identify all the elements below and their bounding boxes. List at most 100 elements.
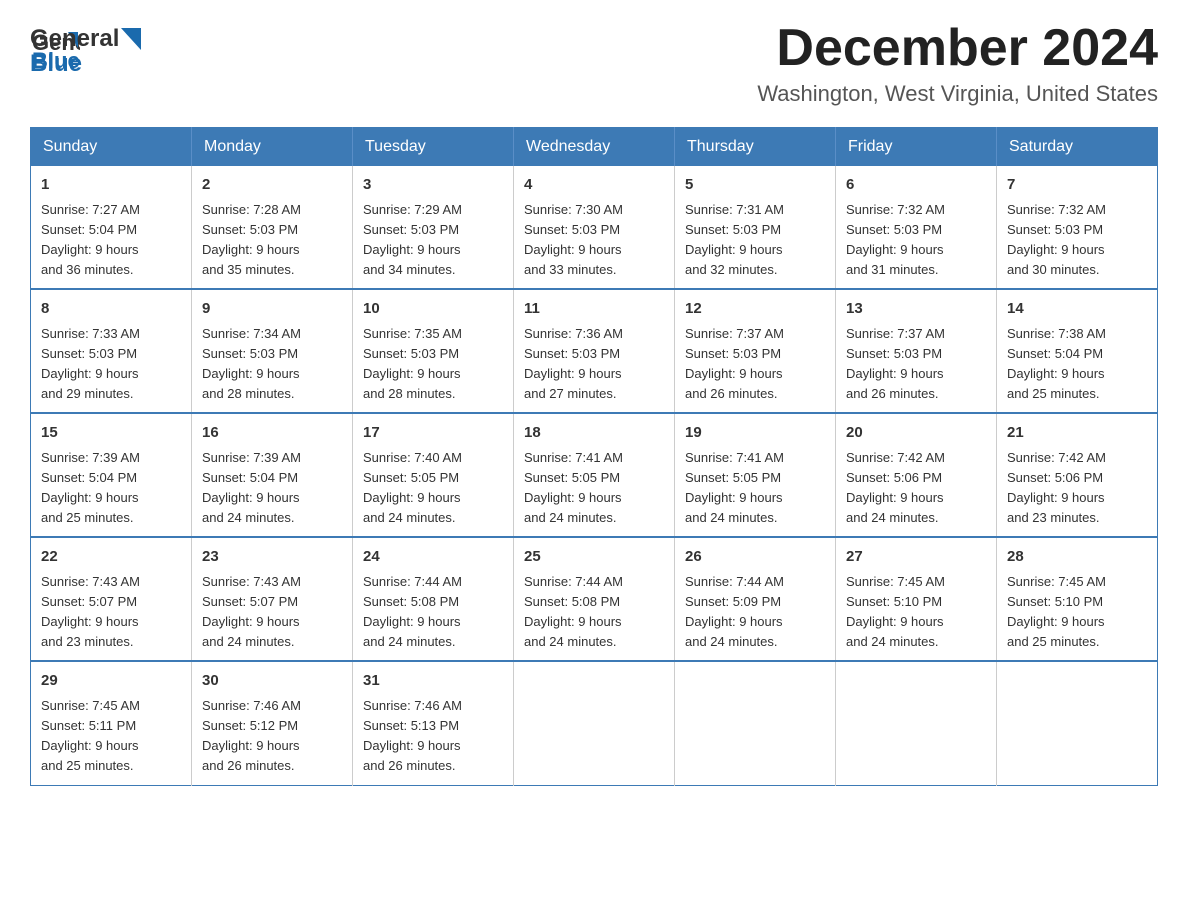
day-info: Sunrise: 7:44 AMSunset: 5:08 PMDaylight:… (524, 572, 664, 653)
day-number: 17 (363, 422, 503, 445)
day-info: Sunrise: 7:45 AMSunset: 5:10 PMDaylight:… (1007, 572, 1147, 653)
calendar-cell: 10Sunrise: 7:35 AMSunset: 5:03 PMDayligh… (353, 289, 514, 413)
day-info: Sunrise: 7:43 AMSunset: 5:07 PMDaylight:… (202, 572, 342, 653)
calendar-cell: 15 Sunrise: 7:39 AMSunset: 5:04 PMDayligh… (31, 413, 192, 537)
day-info: Sunrise: 7:32 AMSunset: 5:03 PMDaylight:… (846, 200, 986, 281)
day-number: 27 (846, 546, 986, 569)
location-subtitle: Washington, West Virginia, United States (757, 81, 1158, 107)
day-info: Sunrise: 7:44 AMSunset: 5:08 PMDaylight:… (363, 572, 503, 653)
day-info: Sunrise: 7:45 AMSunset: 5:10 PMDaylight:… (846, 572, 986, 653)
day-info: Sunrise: 7:46 AMSunset: 5:13 PMDaylight:… (363, 696, 503, 777)
day-number: 25 (524, 546, 664, 569)
calendar-cell: 17 Sunrise: 7:40 AMSunset: 5:05 PMDayligh… (353, 413, 514, 537)
day-number: 3 (363, 174, 503, 197)
calendar-cell: 8 Sunrise: 7:33 AMSunset: 5:03 PMDaylight… (31, 289, 192, 413)
calendar-cell: 27 Sunrise: 7:45 AMSunset: 5:10 PMDayligh… (836, 537, 997, 661)
calendar-cell: 4Sunrise: 7:30 AMSunset: 5:03 PMDaylight… (514, 166, 675, 289)
calendar-cell: 20 Sunrise: 7:42 AMSunset: 5:06 PMDayligh… (836, 413, 997, 537)
calendar-cell: 14Sunrise: 7:38 AMSunset: 5:04 PMDayligh… (997, 289, 1158, 413)
calendar-week-row: 15 Sunrise: 7:39 AMSunset: 5:04 PMDayligh… (31, 413, 1158, 537)
day-number: 21 (1007, 422, 1147, 445)
calendar-cell: 6Sunrise: 7:32 AMSunset: 5:03 PMDaylight… (836, 166, 997, 289)
day-info: Sunrise: 7:41 AMSunset: 5:05 PMDaylight:… (524, 448, 664, 529)
calendar-table: SundayMondayTuesdayWednesdayThursdayFrid… (30, 127, 1158, 785)
logo: General Blue General Blue (30, 20, 143, 79)
calendar-cell (675, 661, 836, 785)
weekday-header-wednesday: Wednesday (514, 128, 675, 167)
day-info: Sunrise: 7:46 AMSunset: 5:12 PMDaylight:… (202, 696, 342, 777)
day-info: Sunrise: 7:43 AMSunset: 5:07 PMDaylight:… (41, 572, 181, 653)
day-number: 9 (202, 298, 342, 321)
day-number: 26 (685, 546, 825, 569)
day-number: 23 (202, 546, 342, 569)
calendar-week-row: 22Sunrise: 7:43 AMSunset: 5:07 PMDayligh… (31, 537, 1158, 661)
day-number: 15 (41, 422, 181, 445)
weekday-header-saturday: Saturday (997, 128, 1158, 167)
weekday-header-friday: Friday (836, 128, 997, 167)
day-info: Sunrise: 7:42 AMSunset: 5:06 PMDaylight:… (846, 448, 986, 529)
day-number: 20 (846, 422, 986, 445)
day-info: Sunrise: 7:31 AMSunset: 5:03 PMDaylight:… (685, 200, 825, 281)
calendar-cell: 13Sunrise: 7:37 AMSunset: 5:03 PMDayligh… (836, 289, 997, 413)
day-info: Sunrise: 7:33 AMSunset: 5:03 PMDaylight:… (41, 324, 181, 405)
day-number: 4 (524, 174, 664, 197)
logo-triangle-icon (121, 28, 141, 50)
weekday-header-tuesday: Tuesday (353, 128, 514, 167)
day-number: 24 (363, 546, 503, 569)
weekday-header-sunday: Sunday (31, 128, 192, 167)
day-info: Sunrise: 7:40 AMSunset: 5:05 PMDaylight:… (363, 448, 503, 529)
day-info: Sunrise: 7:39 AMSunset: 5:04 PMDaylight:… (202, 448, 342, 529)
day-info: Sunrise: 7:45 AMSunset: 5:11 PMDaylight:… (41, 696, 181, 777)
day-info: Sunrise: 7:27 AMSunset: 5:04 PMDaylight:… (41, 200, 181, 281)
calendar-cell: 19Sunrise: 7:41 AMSunset: 5:05 PMDayligh… (675, 413, 836, 537)
calendar-cell: 7Sunrise: 7:32 AMSunset: 5:03 PMDaylight… (997, 166, 1158, 289)
weekday-header-row: SundayMondayTuesdayWednesdayThursdayFrid… (31, 128, 1158, 167)
calendar-cell: 31 Sunrise: 7:46 AMSunset: 5:13 PMDayligh… (353, 661, 514, 785)
weekday-header-monday: Monday (192, 128, 353, 167)
day-info: Sunrise: 7:37 AMSunset: 5:03 PMDaylight:… (685, 324, 825, 405)
calendar-week-row: 1 Sunrise: 7:27 AMSunset: 5:04 PMDaylight… (31, 166, 1158, 289)
calendar-cell: 23 Sunrise: 7:43 AMSunset: 5:07 PMDayligh… (192, 537, 353, 661)
day-info: Sunrise: 7:41 AMSunset: 5:05 PMDaylight:… (685, 448, 825, 529)
day-number: 11 (524, 298, 664, 321)
day-number: 16 (202, 422, 342, 445)
day-number: 30 (202, 670, 342, 693)
day-info: Sunrise: 7:29 AMSunset: 5:03 PMDaylight:… (363, 200, 503, 281)
calendar-cell: 25 Sunrise: 7:44 AMSunset: 5:08 PMDayligh… (514, 537, 675, 661)
day-number: 8 (41, 298, 181, 321)
calendar-cell: 11 Sunrise: 7:36 AMSunset: 5:03 PMDayligh… (514, 289, 675, 413)
day-info: Sunrise: 7:44 AMSunset: 5:09 PMDaylight:… (685, 572, 825, 653)
calendar-cell (997, 661, 1158, 785)
day-info: Sunrise: 7:28 AMSunset: 5:03 PMDaylight:… (202, 200, 342, 281)
day-number: 10 (363, 298, 503, 321)
calendar-week-row: 29Sunrise: 7:45 AMSunset: 5:11 PMDayligh… (31, 661, 1158, 785)
day-number: 5 (685, 174, 825, 197)
day-number: 31 (363, 670, 503, 693)
page-header: General Blue General Blue December 2024 … (30, 20, 1158, 107)
calendar-cell: 24 Sunrise: 7:44 AMSunset: 5:08 PMDayligh… (353, 537, 514, 661)
day-number: 14 (1007, 298, 1147, 321)
day-info: Sunrise: 7:36 AMSunset: 5:03 PMDaylight:… (524, 324, 664, 405)
calendar-cell: 1 Sunrise: 7:27 AMSunset: 5:04 PMDaylight… (31, 166, 192, 289)
day-number: 7 (1007, 174, 1147, 197)
calendar-cell: 21Sunrise: 7:42 AMSunset: 5:06 PMDayligh… (997, 413, 1158, 537)
day-info: Sunrise: 7:34 AMSunset: 5:03 PMDaylight:… (202, 324, 342, 405)
title-section: December 2024 Washington, West Virginia,… (757, 20, 1158, 107)
calendar-cell: 22Sunrise: 7:43 AMSunset: 5:07 PMDayligh… (31, 537, 192, 661)
day-number: 2 (202, 174, 342, 197)
calendar-cell: 29Sunrise: 7:45 AMSunset: 5:11 PMDayligh… (31, 661, 192, 785)
calendar-week-row: 8 Sunrise: 7:33 AMSunset: 5:03 PMDaylight… (31, 289, 1158, 413)
day-number: 28 (1007, 546, 1147, 569)
day-info: Sunrise: 7:39 AMSunset: 5:04 PMDaylight:… (41, 448, 181, 529)
calendar-cell: 16 Sunrise: 7:39 AMSunset: 5:04 PMDayligh… (192, 413, 353, 537)
calendar-cell: 30 Sunrise: 7:46 AMSunset: 5:12 PMDayligh… (192, 661, 353, 785)
day-number: 12 (685, 298, 825, 321)
calendar-cell: 2 Sunrise: 7:28 AMSunset: 5:03 PMDaylight… (192, 166, 353, 289)
calendar-cell: 18Sunrise: 7:41 AMSunset: 5:05 PMDayligh… (514, 413, 675, 537)
calendar-cell (836, 661, 997, 785)
day-number: 1 (41, 174, 181, 197)
calendar-cell: 12 Sunrise: 7:37 AMSunset: 5:03 PMDayligh… (675, 289, 836, 413)
month-year-title: December 2024 (757, 20, 1158, 77)
day-info: Sunrise: 7:37 AMSunset: 5:03 PMDaylight:… (846, 324, 986, 405)
calendar-cell: 9 Sunrise: 7:34 AMSunset: 5:03 PMDaylight… (192, 289, 353, 413)
